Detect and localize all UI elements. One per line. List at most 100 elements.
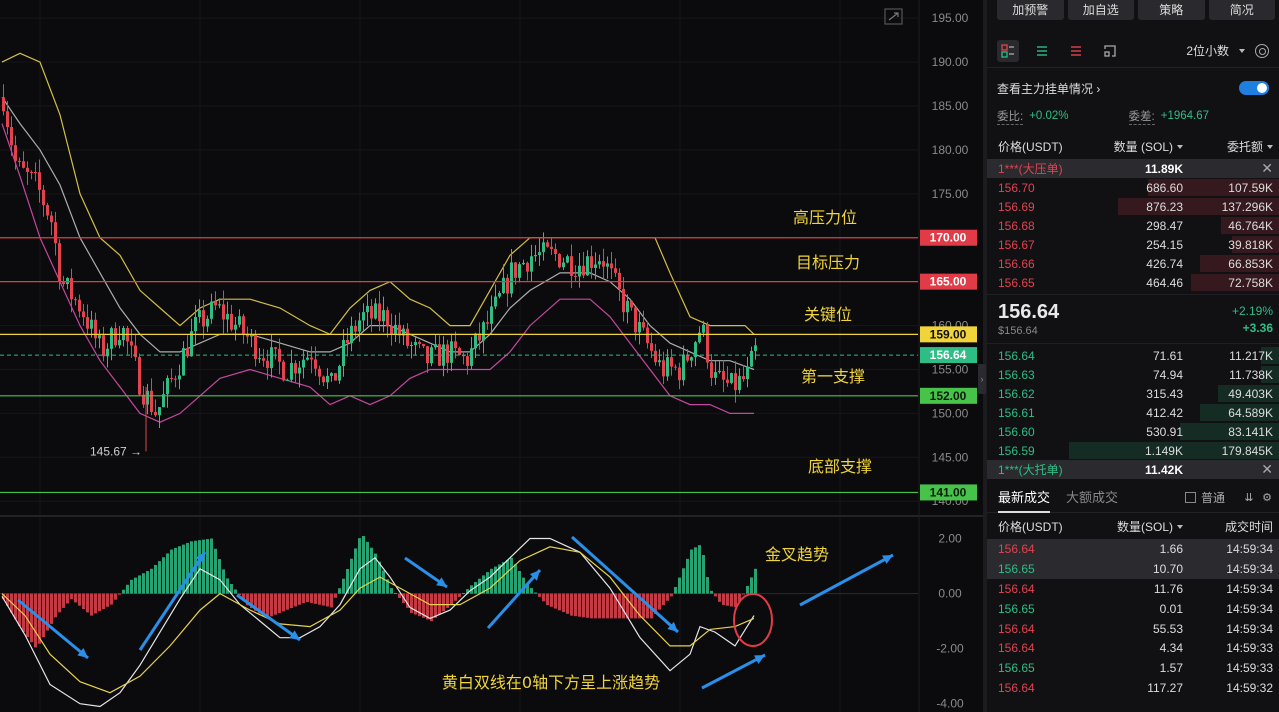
macd-bar: [598, 593, 601, 619]
add-alert-button[interactable]: 加预警: [997, 0, 1064, 20]
level-note: 底部支撑: [808, 457, 872, 476]
bid-row[interactable]: 156.59 1.149K 179.845K: [987, 441, 1279, 460]
macd-bar: [314, 593, 317, 604]
macd-bar: [370, 547, 373, 594]
trade-row: 156.65 0.01 14:59:34: [987, 599, 1279, 619]
tr-qty-header[interactable]: 数量(SOL): [1093, 518, 1183, 535]
candle-body: [450, 341, 453, 363]
bid-row[interactable]: 156.64 71.61 11.217K: [987, 346, 1279, 365]
macd-bar: [122, 589, 125, 594]
candle-body: [234, 324, 237, 330]
macd-bar: [718, 593, 721, 602]
ratio-row: 委比: +0.02% 委差: +1964.67: [987, 103, 1279, 129]
price-tick-label: 150.00: [932, 406, 969, 420]
candle-body: [498, 293, 501, 297]
candle-body: [410, 345, 413, 347]
ask-row[interactable]: 156.66 426.74 66.853K: [987, 254, 1279, 273]
major-orders-toggle[interactable]: [1239, 81, 1269, 95]
candle-body: [178, 375, 181, 380]
macd-bar: [578, 593, 581, 617]
bid-row[interactable]: 156.62 315.43 49.403K: [987, 384, 1279, 403]
orderbook-tools: 2位小数: [987, 34, 1279, 68]
macd-bar: [610, 593, 613, 619]
bid-row[interactable]: 156.60 530.91 83.141K: [987, 422, 1279, 441]
candle-body: [490, 306, 493, 324]
ask-price: 156.65: [998, 275, 1035, 290]
candle-body: [326, 375, 329, 383]
bid-row[interactable]: 156.63 74.94 11.738K: [987, 365, 1279, 384]
close-icon[interactable]: ✕: [1183, 160, 1273, 177]
both-sides-view-icon[interactable]: [997, 39, 1019, 62]
decimal-select[interactable]: 2位小数: [1186, 42, 1245, 59]
low-marker-label: 145.67 →: [90, 444, 142, 458]
strategy-button[interactable]: 策略: [1138, 0, 1205, 20]
ask-row[interactable]: 156.65 464.46 72.758K: [987, 273, 1279, 292]
candle-body: [18, 160, 21, 162]
bid-qty: 530.91: [1146, 424, 1183, 439]
macd-bar: [162, 557, 165, 594]
candle-body: [346, 339, 349, 344]
macd-bar: [698, 545, 701, 594]
major-orders-link[interactable]: 查看主力挂单情况 ›: [997, 80, 1100, 97]
macd-bar: [214, 548, 217, 594]
candle-body: [574, 275, 577, 277]
candle-body: [670, 357, 673, 367]
overview-button[interactable]: 简况: [1208, 0, 1275, 20]
fullscreen-icon[interactable]: [884, 8, 903, 25]
settings-icon[interactable]: ⚙: [1261, 492, 1273, 504]
bid-row[interactable]: 156.61 412.42 64.589K: [987, 403, 1279, 422]
filter-icon[interactable]: ⇊: [1243, 492, 1255, 504]
asks-only-view-icon[interactable]: [1065, 40, 1087, 62]
macd-tick-label: -2.00: [936, 642, 964, 656]
ask-row[interactable]: 156.70 686.60 107.59K: [987, 178, 1279, 197]
tab-large-trades[interactable]: 大额成交: [1066, 483, 1118, 513]
expand-view-icon[interactable]: [1099, 40, 1121, 62]
candle-body: [282, 361, 285, 381]
trade-price: 156.65: [998, 661, 1035, 676]
macd-bar: [126, 584, 129, 594]
macd-bar: [366, 541, 369, 594]
macd-bar: [298, 593, 301, 605]
candle-body: [102, 335, 105, 357]
level-tag-141.00: 141.00: [920, 484, 977, 501]
ask-qty: 254.15: [1146, 237, 1183, 252]
macd-bar: [338, 588, 341, 594]
close-icon[interactable]: ✕: [1183, 461, 1273, 478]
candle-body: [78, 299, 81, 312]
macd-bar: [202, 539, 205, 594]
trade-time: 14:59:34: [1226, 601, 1273, 616]
candle-body: [690, 357, 693, 361]
candle-body: [10, 126, 13, 146]
macd-bar: [678, 577, 681, 594]
ob-qty-header[interactable]: 数量 (SOL): [1093, 138, 1183, 155]
ask-row[interactable]: 156.68 298.47 46.764K: [987, 216, 1279, 235]
macd-bar: [722, 593, 725, 605]
price-chart[interactable]: 195.00 190.00 185.00 180.00 175.00 170.00 165.…: [0, 0, 983, 712]
chart-svg[interactable]: 195.00 190.00 185.00 180.00 175.00 170.00 165.…: [0, 0, 983, 712]
candle-body: [394, 324, 397, 335]
settings-gear-icon[interactable]: [1255, 43, 1269, 58]
fullscreen-icon-arrow: [888, 12, 899, 21]
ask-row[interactable]: 156.69 876.23 137.296K: [987, 197, 1279, 216]
candle-body: [550, 246, 553, 249]
macd-bar: [510, 557, 513, 594]
collapse-handle[interactable]: ›: [978, 364, 986, 394]
macd-bar: [218, 559, 221, 594]
tab-latest-trades[interactable]: 最新成交: [998, 483, 1051, 513]
ask-row[interactable]: 156.67 254.15 39.818K: [987, 235, 1279, 254]
normal-checkbox[interactable]: [1184, 492, 1196, 503]
trade-price: 156.65: [998, 561, 1035, 576]
trades-list: 156.64 1.66 14:59:34 156.65 10.70 14:59:34 156…: [987, 539, 1279, 698]
add-watchlist-button[interactable]: 加自选: [1067, 0, 1134, 20]
macd-bar: [130, 579, 133, 594]
annotation-arrow-shaft: [701, 653, 766, 690]
ob-total-header[interactable]: 委托额: [1183, 138, 1273, 155]
macd-bar: [742, 593, 745, 595]
bid-price: 156.64: [998, 348, 1035, 363]
macd-bar: [538, 593, 541, 597]
level-tag-152.00: 152.00: [920, 387, 977, 404]
trade-row: 156.64 11.76 14:59:34: [987, 579, 1279, 599]
macd-trend-note: 黄白双线在0轴下方呈上涨趋势: [442, 673, 660, 692]
bids-only-view-icon[interactable]: [1031, 40, 1053, 62]
candle-body: [318, 368, 321, 377]
